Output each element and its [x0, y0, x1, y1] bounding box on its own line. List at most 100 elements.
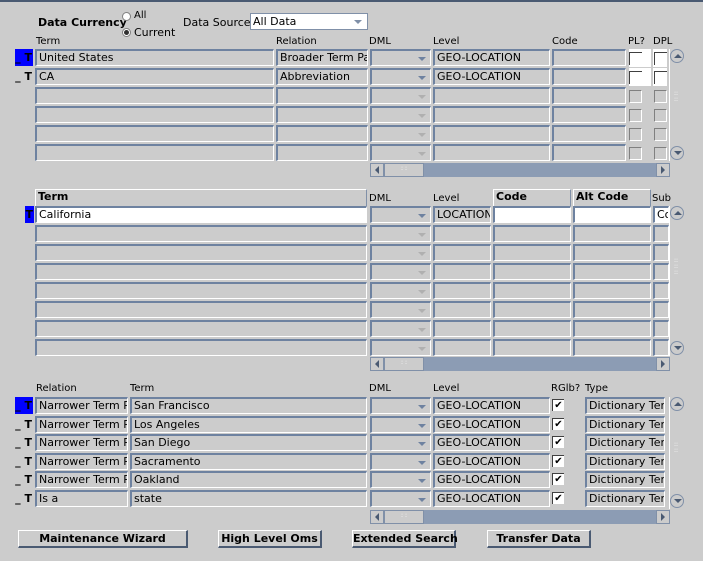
type-field[interactable]: Dictionary Term [585, 489, 665, 507]
relation-field[interactable]: Narrower Term Pa [35, 434, 128, 451]
level-field[interactable] [433, 87, 550, 104]
sub-field[interactable]: Co [653, 206, 669, 223]
code-field[interactable] [493, 244, 571, 261]
record-indicator[interactable]: _ T [15, 68, 33, 85]
code-field[interactable] [552, 106, 626, 123]
scroll-left-button[interactable] [370, 163, 384, 177]
rglb-checkbox[interactable]: ✔ [552, 491, 564, 504]
level-field[interactable]: GEO-LOCATION [433, 68, 550, 85]
dml-dropdown[interactable] [370, 397, 431, 414]
scroll-up-button[interactable] [670, 206, 684, 220]
relation-field[interactable]: Narrower Term Pa [35, 397, 128, 414]
record-indicator[interactable]: _ T [15, 434, 33, 451]
scroll-right-button[interactable] [656, 357, 670, 371]
dml-dropdown[interactable] [370, 49, 431, 66]
scroll-down-button[interactable] [670, 146, 684, 160]
sub-field[interactable] [653, 301, 669, 318]
level-field[interactable]: GEO-LOCATION [433, 434, 550, 451]
term-field[interactable]: CA [35, 68, 274, 85]
term-field[interactable] [35, 106, 274, 123]
dpl-checkbox[interactable] [654, 52, 667, 65]
level-field[interactable] [433, 301, 491, 318]
pl-checkbox[interactable] [629, 147, 642, 160]
code-field[interactable] [493, 282, 571, 299]
code-field[interactable] [493, 320, 571, 337]
alt-code-field[interactable] [573, 282, 651, 299]
term-field[interactable]: Los Angeles [130, 415, 367, 433]
relation-field[interactable]: Broader Term Parti [276, 49, 368, 66]
term-field[interactable]: state [130, 489, 367, 507]
term-field[interactable] [35, 144, 274, 161]
term-field[interactable]: California [35, 206, 367, 223]
code-field[interactable] [493, 263, 571, 280]
level-field[interactable]: LOCATION [433, 206, 491, 223]
relation-field[interactable]: Is a [35, 489, 128, 507]
relation-field[interactable]: Abbreviation [276, 68, 368, 85]
level-field[interactable] [433, 225, 491, 242]
alt-code-field[interactable] [573, 244, 651, 261]
term-field[interactable]: San Francisco [130, 397, 367, 414]
pl-checkbox[interactable] [629, 71, 642, 84]
term-field[interactable] [35, 282, 367, 299]
level-field[interactable] [433, 244, 491, 261]
type-field[interactable]: Dictionary Term [585, 434, 665, 451]
sub-field[interactable] [653, 320, 669, 337]
level-field[interactable]: GEO-LOCATION [433, 415, 550, 433]
term-field[interactable] [35, 87, 274, 104]
relation-field[interactable] [276, 87, 368, 104]
rglb-checkbox[interactable]: ✔ [552, 417, 564, 430]
record-indicator[interactable]: _ T [15, 416, 33, 433]
rglb-checkbox[interactable]: ✔ [552, 454, 564, 467]
dml-dropdown[interactable] [370, 339, 431, 356]
dml-dropdown[interactable] [370, 282, 431, 299]
alt-code-field[interactable] [573, 206, 651, 223]
level-field[interactable]: GEO-LOCATION [433, 397, 550, 414]
dml-dropdown[interactable] [370, 452, 431, 470]
record-indicator[interactable]: _ T [15, 453, 33, 470]
level-field[interactable]: GEO-LOCATION [433, 471, 550, 488]
relation-field[interactable]: Narrower Term Pa [35, 471, 128, 488]
alt-code-field[interactable] [573, 301, 651, 318]
code-field[interactable] [552, 49, 626, 66]
maintenance-wizard-button[interactable]: Maintenance Wizard [18, 530, 188, 548]
sub-field[interactable] [653, 339, 669, 356]
dml-dropdown[interactable] [370, 415, 431, 433]
scroll-up-button[interactable] [670, 49, 684, 63]
type-field[interactable]: Dictionary Term [585, 415, 665, 433]
vertical-scrollbar[interactable]: :::::: [669, 206, 684, 356]
dml-dropdown[interactable] [370, 320, 431, 337]
pl-checkbox[interactable] [629, 128, 642, 141]
term-field[interactable] [35, 339, 367, 356]
term-field[interactable]: Oakland [130, 471, 367, 488]
term-field[interactable]: United States [35, 49, 274, 66]
scroll-down-button[interactable] [670, 341, 684, 355]
radio-current[interactable] [122, 28, 131, 37]
dpl-checkbox[interactable] [654, 128, 667, 141]
record-indicator[interactable]: _ T [15, 49, 33, 66]
scroll-left-button[interactable] [370, 357, 384, 371]
dml-dropdown[interactable] [370, 225, 431, 242]
record-indicator[interactable]: _ T [15, 490, 33, 507]
dml-dropdown[interactable] [370, 206, 431, 223]
dpl-checkbox[interactable] [654, 109, 667, 122]
rglb-checkbox[interactable]: ✔ [552, 436, 564, 448]
level-field[interactable] [433, 125, 550, 142]
type-field[interactable]: Dictionary Term [585, 397, 665, 414]
dpl-checkbox[interactable] [654, 147, 667, 160]
rglb-checkbox[interactable]: ✔ [552, 399, 564, 411]
dml-dropdown[interactable] [370, 434, 431, 451]
alt-code-field[interactable] [573, 320, 651, 337]
code-field[interactable] [493, 225, 571, 242]
dml-dropdown[interactable] [370, 301, 431, 318]
term-field[interactable]: San Diego [130, 434, 367, 451]
level-field[interactable] [433, 263, 491, 280]
type-field[interactable]: Dictionary Term [585, 452, 665, 470]
record-indicator[interactable]: _ T [15, 471, 33, 488]
transfer-data-button[interactable]: Transfer Data [487, 530, 591, 548]
alt-code-field[interactable] [573, 339, 651, 356]
dml-dropdown[interactable] [370, 471, 431, 488]
scroll-thumb[interactable]: : : [384, 510, 424, 524]
pl-checkbox[interactable] [629, 52, 642, 65]
relation-field[interactable] [276, 125, 368, 142]
alt-code-field[interactable] [573, 225, 651, 242]
